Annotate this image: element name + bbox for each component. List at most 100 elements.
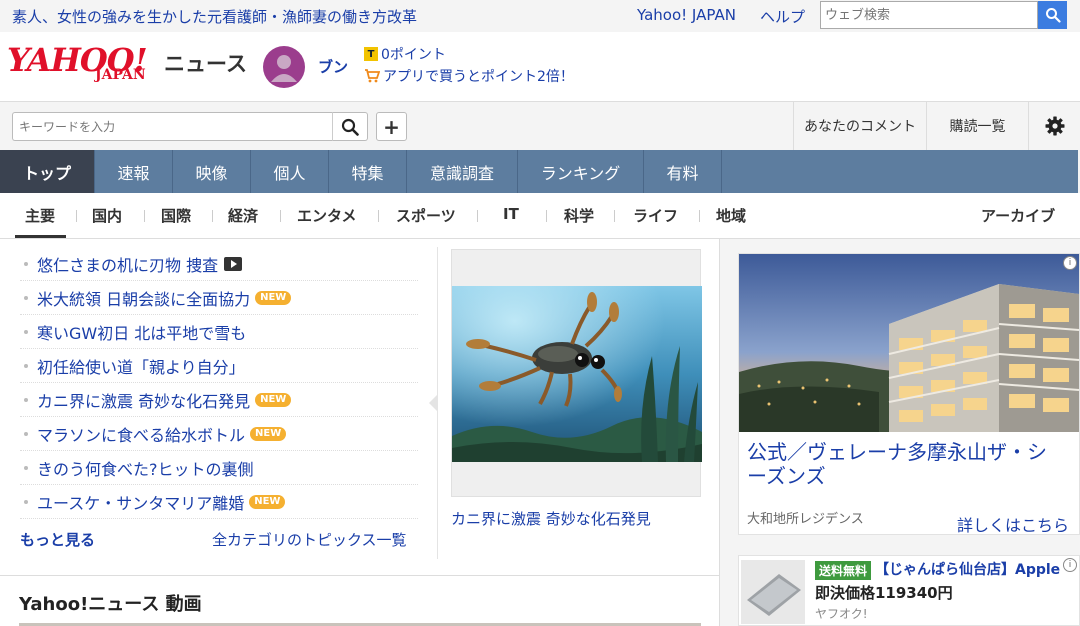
topic-title: マラソンに食べる給水ボトル [37,425,246,445]
ad-shop-title[interactable]: 【じゃんぱら仙台店】Apple [875,559,1063,579]
service-name[interactable]: ニュース [164,48,247,78]
ad-sponsor: 大和地所レジデンス [747,512,864,527]
category-entertainment[interactable]: エンタメ [297,205,357,226]
points-link[interactable]: T 0ポイント [364,44,446,64]
sidebar: i 公式／ヴェレーナ多摩永山ザ・シーズンズ 大和地所レジデンス 詳しくはこちら … [720,239,1080,626]
user-icon [271,55,297,82]
yahoo-japan-link[interactable]: Yahoo! JAPAN [637,6,736,24]
topic-item[interactable]: カニ界に激震 奇妙な化石発見 NEW [20,383,418,417]
subscriptions-link[interactable]: 購読一覧 [926,102,1028,150]
add-button[interactable]: + [376,112,407,141]
category-main[interactable]: 主要 [25,205,55,226]
ad-info-icon[interactable]: i [1063,256,1077,270]
yahoo-logo[interactable]: YAHOO! JAPAN [7,44,163,88]
category-world[interactable]: 国際 [161,205,191,226]
category-row: 主要 国内 国際 経済 エンタメ スポーツ IT 科学 ライフ 地域 アーカイブ [0,193,1080,239]
category-sports[interactable]: スポーツ [396,205,456,226]
ad-card-auction[interactable]: 送料無料 【じゃんぱら仙台店】Apple i 即決価格119340円 ヤフオク! [738,555,1080,626]
web-search-input[interactable] [820,1,1038,29]
search-icon [341,118,359,136]
web-search-button[interactable] [1038,1,1067,29]
category-it[interactable]: IT [503,205,519,223]
category-separator [144,210,145,222]
nav-tab-bar: トップ 速報 映像 個人 特集 意識調査 ランキング 有料 [0,150,1078,193]
main-nav: トップ 速報 映像 個人 特集 意識調査 ランキング 有料 [0,150,1080,193]
pickup-image-frame[interactable] [451,249,702,497]
tab-individual[interactable]: 個人 [251,150,329,193]
topic-title: きのう何食べた?ヒットの裏側 [37,459,254,479]
topic-item[interactable]: ユースケ・サンタマリア離婚 NEW [20,485,418,519]
gear-icon [1045,116,1064,136]
archive-link[interactable]: アーカイブ [981,205,1055,226]
category-separator [614,210,615,222]
topic-item[interactable]: 悠仁さまの机に刃物 捜査 [20,247,418,281]
ad-card-residence[interactable]: i 公式／ヴェレーナ多摩永山ザ・シーズンズ 大和地所レジデンス 詳しくはこちら [738,253,1080,535]
topic-title: 米大統領 日朝会談に全面協力 [37,289,251,309]
topic-title: 初任給使い道「親より自分」 [37,357,245,377]
category-region[interactable]: 地域 [716,205,746,226]
promo-link[interactable]: 素人、女性の強みを生かした元看護師・漁師妻の働き方改革 [12,6,417,27]
cart-icon [365,69,380,83]
category-economy[interactable]: 経済 [228,205,258,226]
tab-paid[interactable]: 有料 [644,150,722,193]
ad-title[interactable]: 公式／ヴェレーナ多摩永山ザ・シーズンズ [747,440,1063,488]
main-content: 悠仁さまの机に刃物 捜査 米大統領 日朝会談に全面協力 NEW 寒いGW初日 北… [0,239,720,626]
column-divider [437,247,438,559]
avatar[interactable] [263,46,305,88]
t-point-icon: T [364,47,378,61]
category-life[interactable]: ライフ [633,205,678,226]
more-topics-link[interactable]: もっと見る [20,529,95,550]
all-categories-link[interactable]: 全カテゴリのトピックス一覧 [212,529,407,550]
keyword-search-input[interactable] [12,112,332,141]
topics-list: 悠仁さまの机に刃物 捜査 米大統領 日朝会談に全面協力 NEW 寒いGW初日 北… [20,247,418,519]
keyword-search-button[interactable] [332,112,368,141]
settings-button[interactable] [1028,102,1080,150]
new-badge: NEW [255,392,292,407]
my-comments-link[interactable]: あなたのコメント [793,102,926,150]
app-promo-link[interactable]: アプリで買うとポイント2倍！ [364,66,574,86]
category-separator [76,210,77,222]
topic-title: ユースケ・サンタマリア離婚 [37,493,245,513]
topic-title: 悠仁さまの机に刃物 捜査 [37,255,219,275]
selection-pointer [429,395,437,411]
topic-title: カニ界に激震 奇妙な化石発見 [37,391,251,411]
new-badge: NEW [255,290,292,305]
ad-info-icon[interactable]: i [1063,558,1077,572]
tab-ranking[interactable]: ランキング [518,150,644,193]
tab-feature[interactable]: 特集 [329,150,407,193]
ad-price: 即決価格119340円 [815,584,953,602]
top-bar: 素人、女性の強みを生かした元看護師・漁師妻の働き方改革 Yahoo! JAPAN… [0,0,1080,32]
active-category-underline [15,235,66,238]
tab-breaking[interactable]: 速報 [95,150,173,193]
topic-item[interactable]: 寒いGW初日 北は平地で雪も [20,315,418,349]
search-row: + あなたのコメント 購読一覧 [0,101,1080,150]
category-domestic[interactable]: 国内 [92,205,122,226]
category-separator [477,210,478,222]
topic-item[interactable]: 初任給使い道「親より自分」 [20,349,418,383]
category-separator [699,210,700,222]
tab-top[interactable]: トップ [0,150,95,193]
app-promo-text: アプリで買うとポイント2倍！ [383,69,574,85]
apartment-building-image [739,254,1079,432]
category-separator [378,210,379,222]
points-text: 0ポイント [381,47,446,63]
laptop-image [741,560,805,624]
ad-source: ヤフオク! [815,607,868,621]
topic-item[interactable]: 米大統領 日朝会談に全面協力 NEW [20,281,418,315]
free-shipping-badge: 送料無料 [815,561,872,580]
pickup-caption[interactable]: カニ界に激震 奇妙な化石発見 [451,508,651,529]
tab-survey[interactable]: 意識調査 [407,150,518,193]
new-badge: NEW [249,494,286,509]
tab-video[interactable]: 映像 [173,150,251,193]
video-icon [224,256,243,271]
video-section: Yahoo!ニュース 動画 [0,575,719,626]
laptop-thumbnail [741,560,805,624]
crab-fossil-image [452,286,702,462]
category-science[interactable]: 科学 [564,205,594,226]
help-link[interactable]: ヘルプ [760,6,805,27]
ad-details-link[interactable]: 詳しくはこちら [957,512,1069,536]
topic-item[interactable]: マラソンに食べる給水ボトル NEW [20,417,418,451]
category-separator [212,210,213,222]
topic-item[interactable]: きのう何食べた?ヒットの裏側 [20,451,418,485]
username[interactable]: ブン [318,56,348,77]
